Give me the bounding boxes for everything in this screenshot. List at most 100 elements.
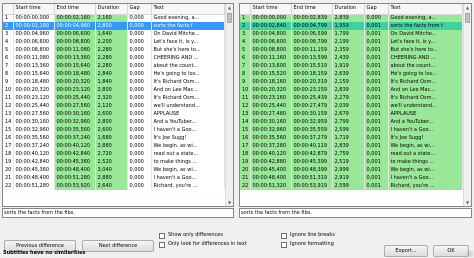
table-row[interactable]: 8 00:00:15,640 00:00:18,480 2,840 0,000 He's … xyxy=(3,70,225,78)
table-row[interactable]: 5 00:00:08,800 00:00:11,080 2,280 0,000 But s… xyxy=(3,46,225,54)
scroll-thumb[interactable] xyxy=(227,13,232,23)
col-header-number[interactable] xyxy=(3,4,14,15)
table-row[interactable]: 17 00:00:37,240 00:00:40,120 2,880 0,000 We b… xyxy=(3,142,225,150)
col-header-gap[interactable]: Gap xyxy=(127,4,152,15)
cell-start-time: 00:00:18,480 xyxy=(13,78,55,86)
table-row[interactable]: 10 00:00:20,320 00:00:23,120 2,800 0,000 And … xyxy=(3,86,225,94)
table-row[interactable]: 3 00:00:04,960 00:00:06,600 1,640 0,000 On Da… xyxy=(3,30,225,38)
table-row[interactable]: 5 00:00:08,800 00:00:11,159 2,359 0,001 But s… xyxy=(240,46,463,54)
cell-duration: 2,679 xyxy=(332,110,365,118)
checkbox-box[interactable] xyxy=(159,232,165,239)
ok-button[interactable]: OK xyxy=(433,245,469,257)
export-button[interactable]: Export... xyxy=(384,245,428,257)
table-row[interactable]: 15 00:00:32,960 00:00:35,560 2,600 0,000 I ha… xyxy=(3,126,225,134)
scroll-down-arrow-icon[interactable]: ▼ xyxy=(464,199,471,206)
table-row[interactable]: 17 00:00:37,280 00:00:40,119 2,839 0,001 We b… xyxy=(240,142,463,150)
col-header-number[interactable] xyxy=(240,4,251,15)
table-row[interactable]: 20 00:00:45,400 00:00:48,399 2,999 0,001 We b… xyxy=(240,166,463,174)
table-row[interactable]: 19 00:00:42,880 00:00:45,399 2,519 0,001 to m… xyxy=(240,158,463,166)
cell-number: 7 xyxy=(3,62,14,70)
table-row[interactable]: 12 00:00:25,440 00:00:27,560 2,120 0,000 we'l… xyxy=(3,102,225,110)
cell-number: 19 xyxy=(3,158,14,166)
col-header-text[interactable]: Text xyxy=(151,4,225,15)
ignore-line-breaks-checkbox[interactable]: Ignore line breaks xyxy=(281,232,335,239)
cell-duration: 2,199 xyxy=(332,38,365,46)
table-row[interactable]: 18 00:00:40,120 00:00:42,840 2,720 0,000 read… xyxy=(3,150,225,158)
scroll-up-arrow-icon[interactable]: ▲ xyxy=(226,4,233,11)
cell-number: 11 xyxy=(3,94,14,102)
resize-grip-icon[interactable] xyxy=(467,251,473,257)
ignore-formatting-checkbox[interactable]: Ignore formatting xyxy=(281,241,334,248)
col-header-end-time[interactable]: End time xyxy=(54,4,96,15)
cell-number: 14 xyxy=(240,118,251,126)
table-row[interactable]: 11 00:00:23,120 00:00:25,440 2,320 0,000 It's… xyxy=(3,94,225,102)
table-row[interactable]: 2 00:00:02,840 00:00:04,799 1,959 0,001 sorts… xyxy=(240,22,463,30)
checkbox-label: Ignore line breaks xyxy=(290,232,335,238)
table-row[interactable]: 14 00:00:30,160 00:00:32,960 2,800 0,000 And … xyxy=(3,118,225,126)
table-row[interactable]: 11 00:00:23,160 00:00:25,439 2,279 0,001 It's… xyxy=(240,94,463,102)
table-row[interactable]: 1 00:00:00,000 00:00:02,839 2,839 0,000 Good … xyxy=(240,14,463,22)
next-difference-button[interactable]: Next difference xyxy=(82,240,154,252)
cell-gap: 0,001 xyxy=(364,182,389,190)
table-row[interactable]: 12 00:00:25,440 00:00:27,479 2,039 0,001 we'l… xyxy=(240,102,463,110)
col-header-duration[interactable]: Duration xyxy=(332,4,365,15)
table-row[interactable]: 9 00:00:18,480 00:00:20,320 1,840 0,000 It's … xyxy=(3,78,225,86)
table-row[interactable]: 15 00:00:32,960 00:00:35,559 2,599 0,001 I ha… xyxy=(240,126,463,134)
table-row[interactable]: 1 00:00:00,000 00:00:02,160 2,160 0,000 Good … xyxy=(3,14,225,22)
table-row[interactable]: 3 00:00:04,800 00:00:06,599 1,799 0,001 On Da… xyxy=(240,30,463,38)
right-text-preview[interactable]: sorts the facts from the fibs. xyxy=(239,208,472,218)
left-text-preview[interactable]: sorts the facts from the fibs. xyxy=(2,208,234,218)
checkbox-box[interactable] xyxy=(281,232,287,239)
scroll-thumb[interactable] xyxy=(465,13,470,23)
cell-text: to make things ... xyxy=(151,158,225,166)
table-row[interactable]: 4 00:00:06,600 00:00:08,800 2,200 0,000 Let's… xyxy=(3,38,225,46)
table-row[interactable]: 14 00:00:30,160 00:00:32,959 2,799 0,001 And … xyxy=(240,118,463,126)
table-row[interactable]: 7 00:00:13,360 00:00:15,640 2,280 0,000 about… xyxy=(3,62,225,70)
cell-end-time: 00:00:27,560 xyxy=(54,102,96,110)
table-row[interactable]: 22 00:00:51,320 00:00:53,919 2,599 0,001 Rich… xyxy=(240,182,463,190)
col-header-gap[interactable]: Gap xyxy=(364,4,389,15)
table-row[interactable]: 13 00:00:27,480 00:00:30,159 2,679 0,001 APPL… xyxy=(240,110,463,118)
cell-duration: 2,160 xyxy=(95,14,128,22)
table-row[interactable]: 18 00:00:40,120 00:00:42,879 2,759 0,001 read… xyxy=(240,150,463,158)
table-row[interactable]: 10 00:00:20,320 00:00:23,159 2,839 0,001 And … xyxy=(240,86,463,94)
table-row[interactable]: 7 00:00:13,600 00:00:15,519 1,919 0,001 about… xyxy=(240,62,463,70)
table-row[interactable]: 21 00:00:48,400 00:00:51,319 2,919 0,001 I ha… xyxy=(240,174,463,182)
right-vertical-scrollbar[interactable]: ▲ ▼ xyxy=(463,4,471,206)
cell-duration: 1,719 xyxy=(332,134,365,142)
cell-gap: 0,001 xyxy=(364,30,389,38)
table-row[interactable]: 13 00:00:27,560 00:00:30,160 2,600 0,000 APPL… xyxy=(3,110,225,118)
right-subtitle-grid[interactable]: Start time End time Duration Gap Text 10… xyxy=(239,3,472,207)
table-row[interactable]: 22 00:00:51,280 00:00:53,920 2,640 0,000 Rich… xyxy=(3,182,225,190)
left-subtitle-grid[interactable]: Start time End time Duration Gap Text 10… xyxy=(2,3,234,207)
checkbox-box[interactable] xyxy=(281,241,287,248)
cell-duration: 2,839 xyxy=(332,14,365,22)
col-header-start-time[interactable]: Start time xyxy=(250,4,292,15)
table-row[interactable]: 8 00:00:15,520 00:00:18,159 2,639 0,001 He's … xyxy=(240,70,463,78)
cell-duration: 2,999 xyxy=(332,166,365,174)
cell-duration: 2,359 xyxy=(332,46,365,54)
col-header-start-time[interactable]: Start time xyxy=(13,4,55,15)
scroll-up-arrow-icon[interactable]: ▲ xyxy=(464,4,471,11)
only-text-differences-checkbox[interactable]: Only look for differences in text xyxy=(159,241,247,248)
left-vertical-scrollbar[interactable]: ▲ ▼ xyxy=(225,4,233,206)
table-row[interactable]: 21 00:00:48,400 00:00:51,280 2,880 0,000 I ha… xyxy=(3,174,225,182)
table-row[interactable]: 16 00:00:35,560 00:00:37,240 1,680 0,000 It's… xyxy=(3,134,225,142)
table-row[interactable]: 6 00:00:11,080 00:00:13,360 2,280 0,000 CHEER… xyxy=(3,54,225,62)
checkbox-box[interactable] xyxy=(159,241,165,248)
table-row[interactable]: 9 00:00:18,160 00:00:20,319 2,159 0,001 It's … xyxy=(240,78,463,86)
col-header-end-time[interactable]: End time xyxy=(291,4,333,15)
table-row[interactable]: 19 00:00:42,840 00:00:45,360 2,520 0,000 to m… xyxy=(3,158,225,166)
table-row[interactable]: 4 00:00:06,600 00:00:08,799 2,199 0,001 Let's… xyxy=(240,38,463,46)
scroll-down-arrow-icon[interactable]: ▼ xyxy=(226,199,233,206)
show-only-differences-checkbox[interactable]: Show only differences xyxy=(159,232,223,239)
col-header-text[interactable]: Text xyxy=(388,4,463,15)
table-row[interactable]: 6 00:00:11,160 00:00:13,599 2,439 0,001 CHEER… xyxy=(240,54,463,62)
cell-gap: 0,001 xyxy=(364,134,389,142)
table-row[interactable]: 16 00:00:35,560 00:00:37,279 1,719 0,001 It's… xyxy=(240,134,463,142)
cell-duration: 2,799 xyxy=(332,118,365,126)
table-row[interactable]: 20 00:00:45,360 00:00:48,400 3,040 0,000 We b… xyxy=(3,166,225,174)
col-header-duration[interactable]: Duration xyxy=(95,4,128,15)
table-row[interactable]: 2 00:00:02,160 00:00:04,960 2,800 0,000 sorts… xyxy=(3,22,225,30)
cell-gap: 0,001 xyxy=(364,174,389,182)
